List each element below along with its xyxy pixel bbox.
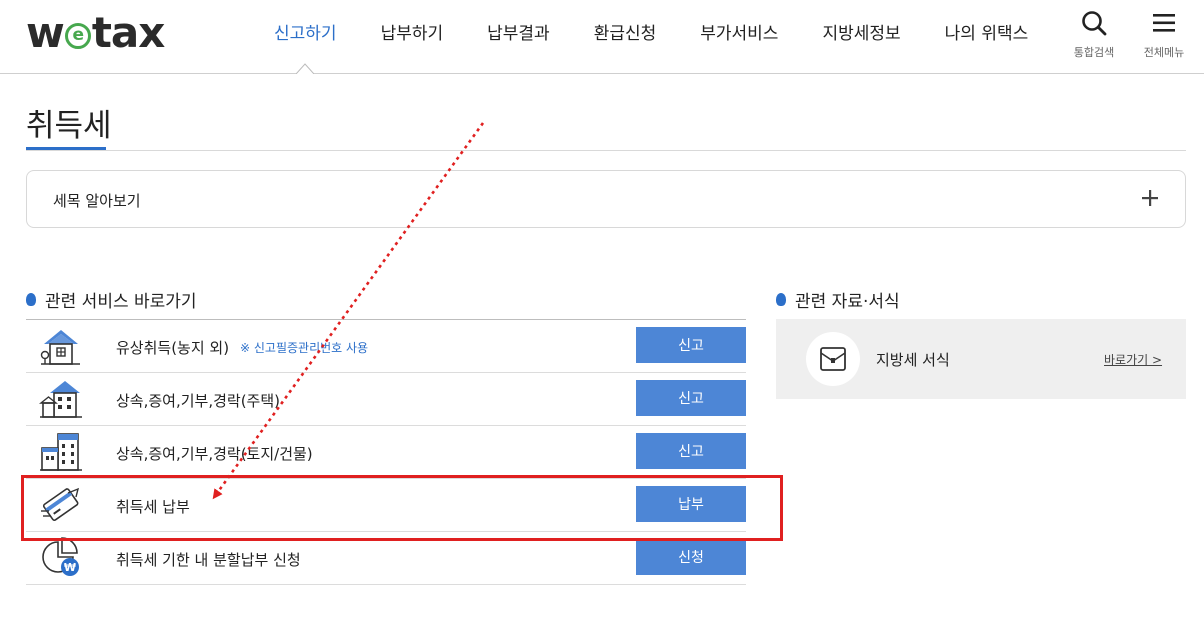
bullet-icon	[776, 293, 786, 306]
nav-item-refund[interactable]: 환급신청	[594, 19, 657, 44]
plus-icon[interactable]	[1141, 189, 1159, 207]
service-name: 취득세 기한 내 분할납부 신청	[116, 551, 301, 569]
nav-item-extra-services[interactable]: 부가서비스	[700, 19, 778, 44]
nav-item-payment[interactable]: 납부하기	[381, 19, 444, 44]
search-icon	[1082, 11, 1107, 36]
main-nav: 신고하기 납부하기 납부결과 환급신청 부가서비스 지방세정보 나의 위택스	[252, 0, 1050, 62]
service-row-installment-payment: ₩ 취득세 기한 내 분할납부 신청 신청	[26, 532, 746, 585]
service-name: 상속,증여,기부,경락(주택)	[116, 392, 281, 410]
service-note: ※ 신고필증관리번호 사용	[240, 341, 369, 355]
service-row-acquisition-tax-payment: 취득세 납부 납부	[26, 479, 746, 532]
accordion-label: 세목 알아보기	[53, 192, 141, 210]
go-to-link[interactable]: 바로가기 >	[1104, 351, 1162, 368]
logo-text-w: w	[26, 8, 65, 57]
local-tax-forms-label: 지방세 서식	[876, 351, 950, 369]
top-header: w e tax 신고하기 납부하기 납부결과 환급신청 부가서비스 지방세정보 …	[0, 0, 1204, 74]
service-row-inherit-land-building: 상속,증여,기부,경락(토지/건물) 신고	[26, 426, 746, 479]
apartment-house-icon	[39, 381, 82, 418]
related-services-heading: 관련 서비스 바로가기	[26, 287, 197, 312]
wetax-logo[interactable]: w e tax	[26, 8, 166, 57]
report-button[interactable]: 신고	[636, 327, 746, 363]
service-name: 상속,증여,기부,경락(토지/건물)	[116, 445, 313, 463]
related-services-title: 관련 서비스 바로가기	[45, 292, 197, 312]
related-resources-title: 관련 자료·서식	[795, 292, 900, 312]
all-menu-label: 전체메뉴	[1143, 46, 1185, 59]
service-row-inherit-house: 상속,증여,기부,경락(주택) 신고	[26, 373, 746, 426]
title-underline	[26, 147, 106, 150]
service-row-paid-acquisition: 유상취득(농지 외) ※ 신고필증관리번호 사용 신고	[26, 320, 746, 373]
nav-item-local-tax-info[interactable]: 지방세정보	[822, 19, 900, 44]
report-button[interactable]: 신고	[636, 433, 746, 469]
service-name: 취득세 납부	[116, 498, 190, 516]
integrated-search-button[interactable]: 통합검색	[1072, 10, 1116, 60]
nav-item-payment-result[interactable]: 납부결과	[487, 19, 550, 44]
tax-item-info-accordion[interactable]: 세목 알아보기	[26, 170, 1186, 228]
svg-text:₩: ₩	[64, 561, 76, 574]
search-label: 통합검색	[1073, 46, 1115, 59]
house-icon	[40, 330, 80, 365]
service-name: 유상취득(농지 외)	[116, 339, 230, 357]
logo-text-tax: tax	[91, 8, 166, 57]
pay-button[interactable]: 납부	[636, 486, 746, 522]
nav-item-report[interactable]: 신고하기	[274, 19, 337, 44]
document-form-icon	[820, 347, 846, 371]
related-services-list: 유상취득(농지 외) ※ 신고필증관리번호 사용 신고 상속,증여,기부,경락(…	[26, 319, 746, 585]
hamburger-menu-icon	[1153, 14, 1175, 32]
report-button[interactable]: 신고	[636, 380, 746, 416]
related-resources-panel: 지방세 서식 바로가기 >	[776, 319, 1186, 399]
related-resources-heading: 관련 자료·서식	[776, 287, 900, 312]
page-title: 취득세	[26, 108, 112, 144]
title-divider	[26, 150, 1186, 151]
card-payment-icon	[41, 487, 80, 521]
building-icon	[40, 433, 82, 471]
form-icon-circle	[806, 332, 860, 386]
apply-button[interactable]: 신청	[636, 539, 746, 575]
logo-e-circle: e	[64, 22, 91, 49]
active-nav-caret	[296, 63, 314, 74]
nav-item-my-wetax[interactable]: 나의 위택스	[945, 19, 1029, 44]
all-menu-button[interactable]: 전체메뉴	[1138, 10, 1190, 60]
bullet-icon	[26, 293, 36, 306]
won-pie-chart-icon: ₩	[42, 537, 79, 576]
